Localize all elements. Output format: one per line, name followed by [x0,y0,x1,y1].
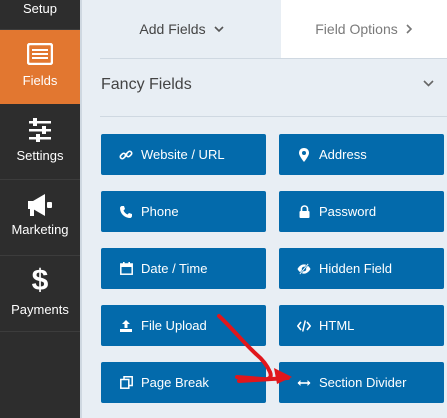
tab-label: Add Fields [139,21,206,37]
sidebar-item-label: Fields [22,73,58,88]
tab-label: Field Options [315,21,398,37]
chevron-right-icon [406,24,412,34]
html-field-button[interactable]: HTML [279,305,444,346]
hidden-field-button[interactable]: Hidden Field [279,248,444,289]
field-button-label: Phone [141,204,179,219]
fields-list-icon [27,43,53,65]
tab-add-fields[interactable]: Add Fields [82,0,281,58]
phone-icon [119,205,133,219]
chevron-down-icon [214,25,224,32]
code-icon [297,319,311,333]
field-button-label: Date / Time [141,261,208,276]
sidebar-item-settings[interactable]: Settings [0,104,80,180]
section-title[interactable]: Fancy Fields [101,76,192,94]
sliders-icon [29,118,51,142]
upload-icon [119,319,133,333]
tab-field-options[interactable]: Field Options [281,0,447,58]
field-button-label: File Upload [141,318,207,333]
section-divider-field-button[interactable]: Section Divider [279,362,444,403]
page-break-field-button[interactable]: Page Break [101,362,266,403]
eye-slash-icon [297,262,311,276]
field-button-label: Website / URL [141,147,225,162]
phone-field-button[interactable]: Phone [101,191,266,232]
sidebar-item-marketing[interactable]: Marketing [0,180,80,256]
dollar-icon: $ [31,264,49,297]
date-time-field-button[interactable]: Date / Time [101,248,266,289]
arrows-h-icon [297,376,311,390]
field-button-label: Password [319,204,377,219]
file-upload-field-button[interactable]: File Upload [101,305,266,346]
megaphone-icon [28,194,52,216]
chevron-down-icon[interactable] [423,80,434,87]
sidebar-item-label: Marketing [11,222,69,237]
copy-icon [119,376,133,390]
field-button-label: HTML [319,318,355,333]
address-field-button[interactable]: Address [279,134,444,175]
sidebar-item-label: Payments [11,302,69,317]
section-divider [100,116,447,117]
panel-divider [80,0,82,418]
website-url-field-button[interactable]: Website / URL [101,134,266,175]
section-top-divider [100,58,447,59]
field-button-label: Page Break [141,375,209,390]
link-icon [119,148,133,162]
lock-icon [297,205,311,219]
field-button-label: Section Divider [319,375,407,390]
calendar-icon [119,262,133,276]
password-field-button[interactable]: Password [279,191,444,232]
field-button-label: Address [319,147,367,162]
map-pin-icon [297,147,311,162]
sidebar-item-setup[interactable]: Setup [0,0,80,30]
sidebar-item-fields[interactable]: Fields [0,30,80,104]
sidebar-item-label: Setup [23,1,57,16]
sidebar-item-payments[interactable]: $ Payments [0,256,80,332]
field-button-label: Hidden Field [319,261,392,276]
sidebar-item-label: Settings [16,148,64,163]
